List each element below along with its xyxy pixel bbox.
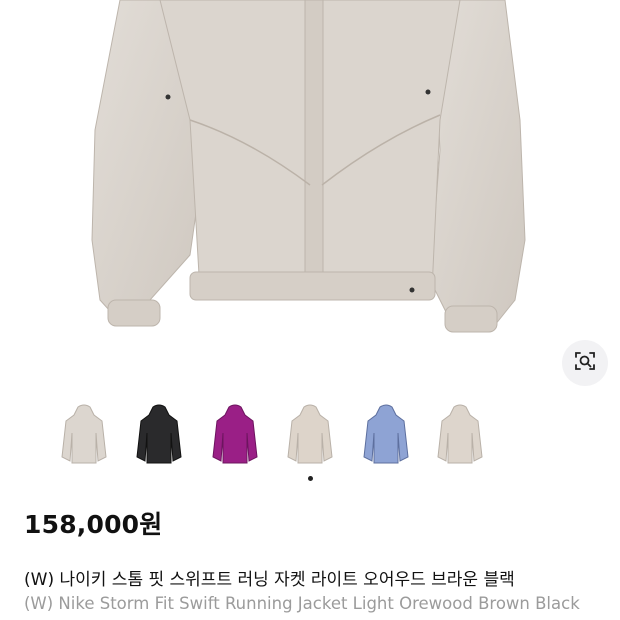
product-name-english: (W) Nike Storm Fit Swift Running Jacket … — [24, 594, 580, 613]
thumbnail-5[interactable] — [358, 400, 414, 470]
jacket-thumbnail-icon — [437, 404, 483, 464]
jacket-thumbnail-icon — [136, 404, 182, 464]
product-main-image[interactable] — [0, 0, 620, 345]
product-price: 158,000원 — [24, 510, 163, 539]
thumbnail-1[interactable] — [56, 400, 112, 470]
color-thumbnails — [0, 400, 620, 472]
visual-search-button[interactable] — [562, 340, 608, 386]
jacket-thumbnail-icon — [61, 404, 107, 464]
jacket-thumbnail-icon — [363, 404, 409, 464]
jacket-thumbnail-icon — [212, 404, 258, 464]
page-indicator-dot — [307, 476, 313, 481]
visual-search-icon — [573, 349, 597, 377]
page-indicator — [0, 476, 620, 482]
thumbnail-2[interactable] — [131, 400, 187, 470]
jacket-illustration — [91, 0, 526, 333]
thumbnail-6[interactable] — [432, 400, 488, 470]
jacket-thumbnail-icon — [287, 404, 333, 464]
product-name-korean: (W) 나이키 스톰 핏 스위프트 러닝 자켓 라이트 오어우드 브라운 블랙 — [24, 570, 515, 590]
thumbnail-3[interactable] — [207, 400, 263, 470]
thumbnail-4[interactable] — [282, 400, 338, 470]
